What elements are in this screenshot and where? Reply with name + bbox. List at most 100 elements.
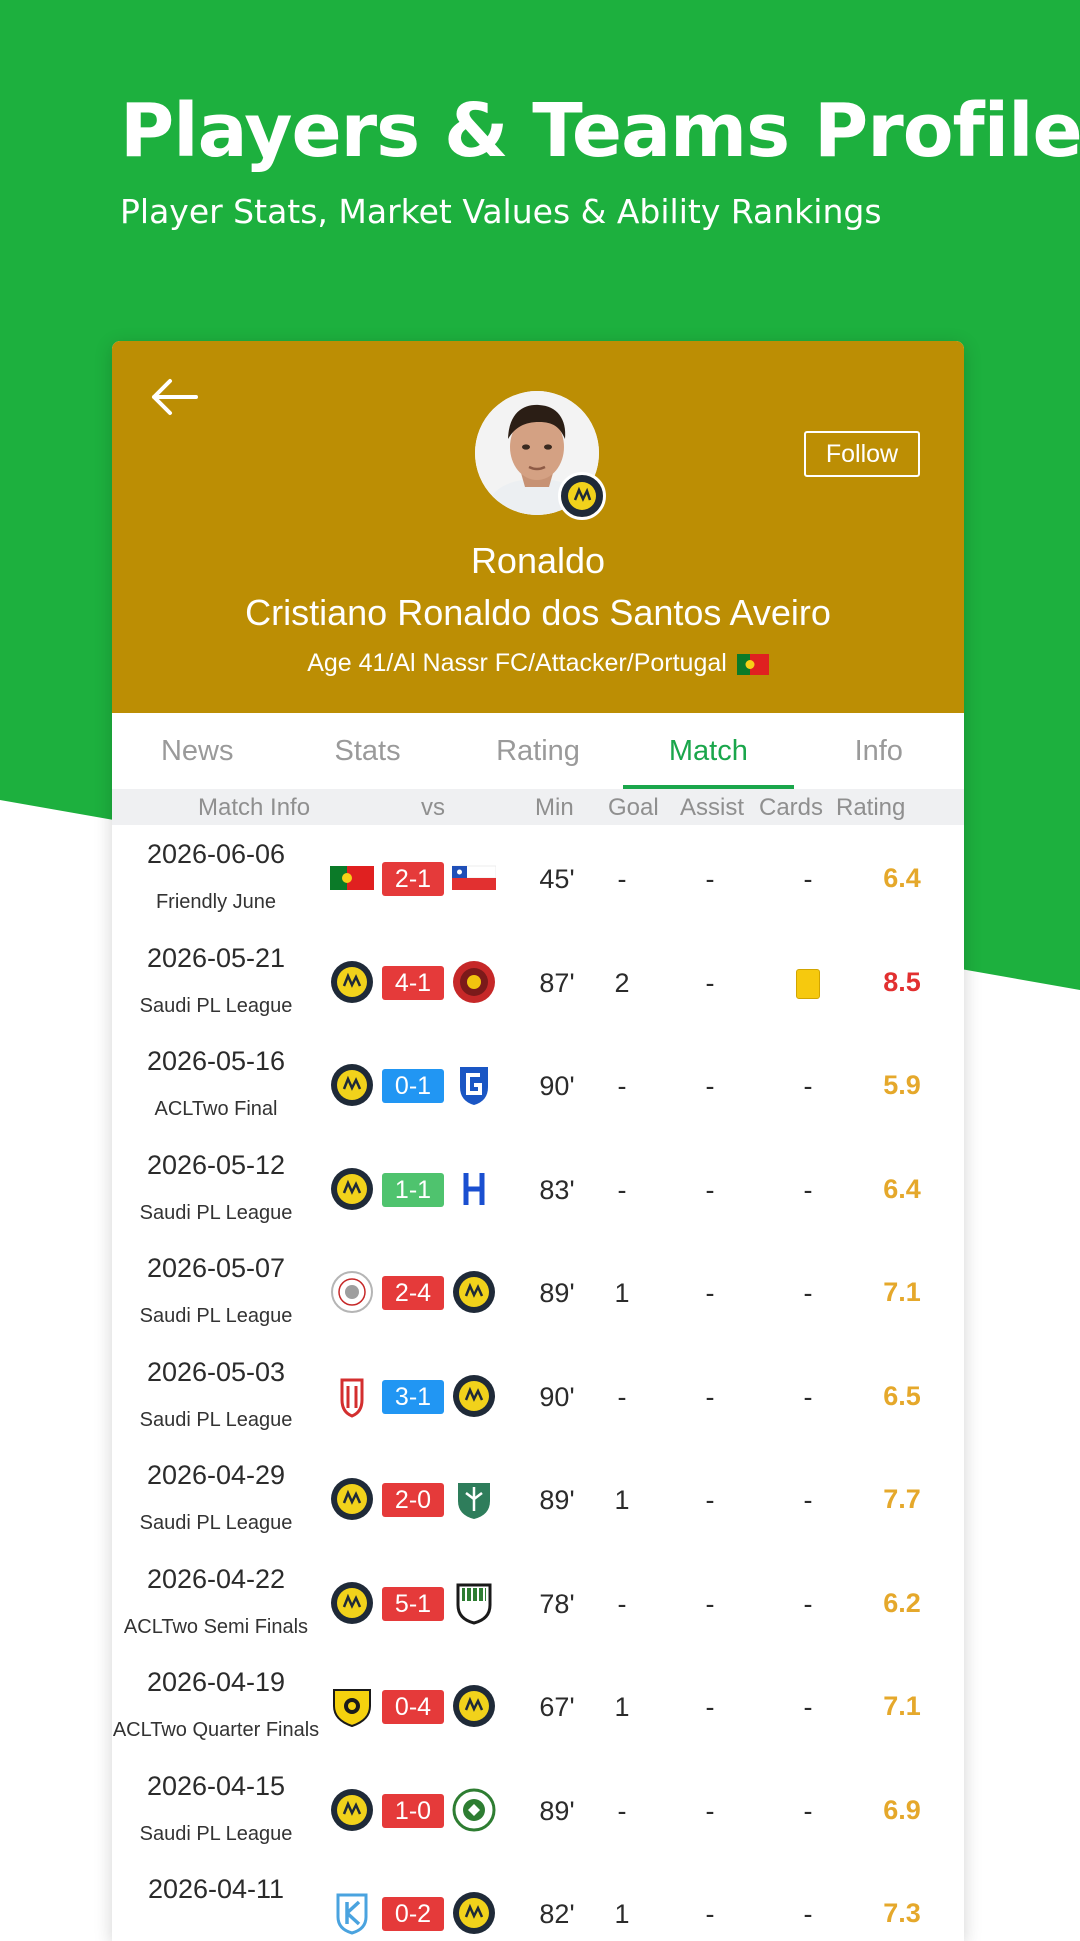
- match-cards: -: [803, 1174, 813, 1205]
- col-vs: vs: [421, 794, 445, 821]
- match-cards: -: [803, 1278, 813, 1308]
- match-assists: -: [705, 967, 715, 998]
- match-row[interactable]: 2026-04-11 0-2 82' 1 - - 7.3: [112, 1860, 964, 1941]
- match-score: 0-4: [382, 1690, 444, 1724]
- match-assists: -: [705, 1381, 715, 1412]
- match-competition: Saudi PL League: [139, 1201, 293, 1224]
- match-score: 4-1: [382, 965, 444, 1000]
- match-cards: -: [803, 1381, 813, 1412]
- col-assist: Assist: [680, 794, 745, 821]
- match-assists: -: [705, 1588, 715, 1619]
- back-arrow-icon[interactable]: [146, 369, 202, 425]
- match-row[interactable]: 2026-05-12 Saudi PL League 1-1 83' - - - 6.4: [112, 1136, 964, 1240]
- match-assists: -: [705, 1692, 715, 1722]
- match-assists: -: [705, 864, 715, 894]
- player-full-name: Cristiano Ronaldo dos Santos Aveiro: [245, 592, 831, 633]
- striped-shield-crest-icon: [452, 1581, 496, 1625]
- match-score: 0-1: [382, 1069, 444, 1103]
- match-goals: -: [617, 1588, 627, 1619]
- player-profile-screen: Follow Ronaldo Cristiano Ronaldo dos San…: [112, 341, 964, 1941]
- yellow-shield-crest-icon: [330, 1684, 374, 1728]
- match-rating: 6.4: [883, 1173, 921, 1204]
- tab-rating[interactable]: Rating: [453, 713, 623, 789]
- match-minutes: 90': [539, 1071, 575, 1101]
- match-goals: -: [617, 1381, 627, 1412]
- match-date: 2026-04-29: [146, 1460, 286, 1490]
- match-minutes: 45': [539, 864, 575, 894]
- match-date: 2026-06-06: [146, 839, 286, 869]
- al-nassr-badge-icon: [558, 472, 606, 520]
- match-competition: Saudi PL League: [139, 1822, 293, 1845]
- match-row[interactable]: 2026-05-07 Saudi PL League 2-4 89' 1 - - 7.1: [112, 1239, 964, 1343]
- tab-stats[interactable]: Stats: [282, 713, 452, 789]
- match-date: 2026-04-22: [146, 1563, 286, 1594]
- match-score: 1-1: [382, 1172, 444, 1207]
- match-rating: 6.4: [883, 863, 921, 893]
- match-table-header: Match Info vs Min Goal Assist Cards Rati…: [112, 789, 964, 825]
- match-cards: -: [803, 1485, 813, 1515]
- al-nassr-crest-icon: [330, 1581, 374, 1625]
- match-row[interactable]: 2026-05-03 Saudi PL League 3-1 90' - - - 6.5: [112, 1343, 964, 1447]
- green-shield-crest-icon: [452, 1477, 496, 1521]
- match-row[interactable]: 2026-04-19 ACLTwo Quarter Finals 0-4 67' 1 - -…: [112, 1653, 964, 1757]
- match-list: 2026-06-06 Friendly June 2-1 45' - - -6.4 2026-…: [112, 825, 964, 1941]
- al-nassr-crest-icon: [330, 1063, 374, 1107]
- portugal-flag-icon: [736, 653, 769, 675]
- al-nassr-crest-icon: [330, 1788, 374, 1832]
- match-rating: 8.5: [883, 966, 921, 997]
- match-row[interactable]: 2026-05-21 Saudi PL League 4-1 87' 2 - 8.5: [112, 929, 964, 1033]
- chile-flag-icon: [451, 856, 497, 900]
- match-row[interactable]: 2026-04-22 ACLTwo Semi Finals 5-1 78' - - - 6.2: [112, 1550, 964, 1654]
- match-rating: 7.1: [883, 1691, 921, 1721]
- match-row[interactable]: 2026-04-29 Saudi PL League 2-0 89' 1 - - 7.7: [112, 1446, 964, 1550]
- match-row[interactable]: 2026-06-06 Friendly June 2-1 45' - - - 6.4: [112, 825, 964, 929]
- match-goals: 1: [614, 1692, 630, 1722]
- match-assists: -: [705, 1174, 715, 1205]
- match-competition: ACLTwo Final: [154, 1098, 278, 1120]
- match-score: 3-1: [382, 1379, 444, 1414]
- player-meta-text: Age 41/Al Nassr FC/Attacker/Portugal: [307, 649, 727, 677]
- match-goals: 1: [614, 1278, 630, 1308]
- col-rating: Rating: [836, 794, 906, 821]
- match-row[interactable]: 2026-05-16 ACLTwo Final 0-1 90' - - - 5.9: [112, 1032, 964, 1136]
- col-match-info: Match Info: [198, 794, 311, 821]
- match-assists: -: [705, 1795, 715, 1826]
- match-cards: -: [803, 1899, 813, 1929]
- match-rating: 5.9: [883, 1070, 921, 1100]
- match-assists: -: [705, 1278, 715, 1308]
- follow-button[interactable]: Follow: [804, 431, 920, 477]
- al-nassr-crest-icon: [330, 1167, 374, 1211]
- match-minutes: 90': [539, 1381, 575, 1412]
- match-score: 2-0: [382, 1483, 444, 1517]
- match-minutes: 78': [539, 1588, 575, 1619]
- col-cards: Cards: [759, 794, 824, 821]
- match-minutes: 89': [539, 1795, 575, 1826]
- match-minutes: 89': [539, 1485, 575, 1515]
- col-goal: Goal: [608, 794, 659, 821]
- al-nassr-crest-icon: [452, 1374, 496, 1418]
- match-date: 2026-05-16: [146, 1046, 286, 1076]
- match-date: 2026-04-15: [146, 1770, 286, 1801]
- match-row[interactable]: 2026-04-15 Saudi PL League 1-0 89' - - - 6.9: [112, 1757, 964, 1861]
- match-date: 2026-04-19: [146, 1667, 286, 1697]
- match-rating: 7.1: [883, 1277, 921, 1307]
- match-rating: 7.3: [883, 1898, 921, 1928]
- tab-info[interactable]: Info: [794, 713, 964, 789]
- match-score: 2-4: [382, 1276, 444, 1310]
- match-date: 2026-05-12: [146, 1149, 286, 1180]
- match-cards: -: [803, 864, 813, 894]
- match-date: 2026-05-07: [146, 1253, 286, 1283]
- match-goals: -: [617, 1795, 627, 1826]
- al-nassr-crest-icon: [330, 1477, 374, 1521]
- tab-news[interactable]: News: [112, 713, 282, 789]
- match-cards: -: [803, 1692, 813, 1722]
- match-minutes: 87': [539, 967, 575, 998]
- tab-match[interactable]: Match: [623, 713, 794, 789]
- match-score: 5-1: [382, 1586, 444, 1621]
- white-club-crest-icon: [330, 1270, 374, 1314]
- match-competition: ACLTwo Semi Finals: [123, 1615, 309, 1638]
- player-short-name: Ronaldo: [470, 540, 606, 581]
- red-shield-crest-icon: [330, 1374, 374, 1418]
- al-nassr-crest-icon: [452, 1891, 496, 1935]
- match-goals: -: [617, 1071, 627, 1101]
